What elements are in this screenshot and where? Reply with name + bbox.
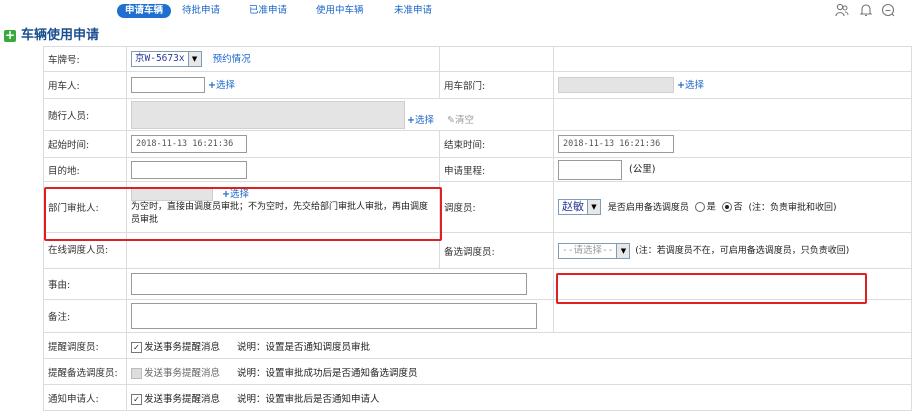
page-header: + 车辆使用申请 [4, 26, 99, 46]
empty-cell [553, 299, 912, 333]
reason-label: 事由: [43, 268, 127, 300]
companions-label: 随行人员: [43, 98, 127, 131]
plus-icon: + [4, 28, 16, 42]
plate-cell: 京W-5673x ▼ 预约情况 [126, 46, 440, 72]
tab-approved[interactable]: 已准申请 [249, 4, 287, 18]
notify-backup-desc: 说明：设置审批成功后是否通知备选调度员 [237, 367, 418, 379]
backup-no-label: 否 [733, 202, 743, 213]
chevron-down-icon: ▼ [616, 243, 630, 258]
reason-input[interactable] [131, 273, 527, 295]
backup-no-radio[interactable] [721, 202, 732, 212]
notify-dispatcher-label: 提醒调度员: [43, 332, 127, 359]
remark-input[interactable] [131, 303, 537, 329]
destination-label: 目的地: [43, 157, 127, 182]
enable-backup-label: 是否启用备选调度员 [607, 202, 689, 213]
notify-applicant-checkbox-label: 发送事务提醒消息 [144, 393, 221, 405]
notify-dispatcher-checkbox-label: 发送事务提醒消息 [144, 341, 221, 353]
page-title: 车辆使用申请 [21, 28, 100, 43]
remark-cell [126, 299, 554, 333]
backup-dispatcher-cell: --请选择-- ▼ (注：若调度员不在，可启用备选调度员，只负责收回) [553, 232, 912, 269]
tab-rejected[interactable]: 未准申请 [394, 4, 432, 18]
backup-yes-radio[interactable] [694, 202, 705, 212]
reservation-link[interactable]: 预约情况 [213, 54, 251, 65]
bell-icon[interactable] [858, 3, 874, 19]
end-time-cell: 2018-11-13 16:21:36 [553, 130, 912, 158]
notify-applicant-cell: ✓ 发送事务提醒消息 说明：设置审批后是否通知申请人 [126, 384, 912, 411]
destination-cell [126, 157, 440, 182]
companions-input[interactable] [131, 100, 405, 129]
dept-label: 用车部门: [439, 71, 554, 99]
tab-in-use[interactable]: 使用中车辆 [316, 4, 364, 18]
mileage-unit: (公里) [629, 164, 656, 175]
user-cell: +选择 [126, 71, 440, 99]
notify-backup-checkbox[interactable] [131, 367, 142, 379]
backup-yes-label: 是 [706, 202, 716, 213]
dept-cell: +选择 [553, 71, 912, 99]
dispatcher-select[interactable]: 赵敏 ▼ [558, 199, 601, 215]
companions-cell: +选择 ✎清空 [126, 98, 554, 131]
mileage-input[interactable] [558, 159, 622, 180]
destination-input[interactable] [131, 160, 247, 179]
start-time-cell: 2018-11-13 16:21:36 [126, 130, 440, 158]
plate-select[interactable]: 京W-5673x ▼ [131, 51, 202, 68]
notify-applicant-label: 通知申请人: [43, 384, 127, 411]
user-input[interactable] [131, 77, 205, 94]
dispatcher-label: 调度员: [439, 181, 554, 233]
highlight-box [556, 273, 867, 304]
end-time-input[interactable]: 2018-11-13 16:21:36 [558, 135, 674, 153]
dept-input[interactable] [558, 77, 674, 94]
dispatcher-note: (注：负责审批和收回) [748, 202, 837, 213]
backup-dispatcher-label: 备选调度员: [439, 232, 554, 269]
notify-backup-checkbox-label: 发送事务提醒消息 [144, 367, 221, 379]
user-label: 用车人: [43, 71, 127, 99]
reason-cell [126, 268, 554, 300]
chevron-down-icon: ▼ [187, 52, 201, 67]
tab-pending[interactable]: 待批申请 [182, 4, 220, 18]
start-time-input[interactable]: 2018-11-13 16:21:36 [131, 135, 247, 153]
backup-dispatcher-note: (注：若调度员不在，可启用备选调度员，只负责收回) [635, 246, 850, 256]
companions-select-link[interactable]: +选择 [407, 112, 434, 126]
end-time-label: 结束时间: [439, 130, 554, 158]
plus-icon: + [208, 79, 216, 91]
notify-applicant-checkbox[interactable]: ✓ [131, 393, 142, 405]
remark-label: 备注: [43, 299, 127, 333]
plus-icon: + [407, 115, 415, 126]
dept-select-link[interactable]: +选择 [677, 80, 704, 91]
notify-backup-cell: 发送事务提醒消息 说明：设置审批成功后是否通知备选调度员 [126, 358, 912, 385]
notify-backup-label: 提醒备选调度员: [43, 358, 127, 385]
tab-apply-vehicle[interactable]: 申请车辆 [117, 4, 172, 18]
dispatcher-cell: 赵敏 ▼ 是否启用备选调度员 是 否 (注：负责审批和收回) [553, 181, 912, 233]
mileage-cell: (公里) [553, 157, 912, 182]
backup-dispatcher-select[interactable]: --请选择-- ▼ [558, 242, 631, 259]
mileage-label: 申请里程: [439, 157, 554, 182]
user-select-link[interactable]: +选择 [208, 80, 235, 91]
notify-dispatcher-cell: ✓ 发送事务提醒消息 说明：设置是否通知调度员审批 [126, 332, 912, 359]
companions-clear-link[interactable]: ✎清空 [447, 112, 474, 126]
notify-applicant-desc: 说明：设置审批后是否通知申请人 [237, 393, 380, 405]
person-icon[interactable] [834, 3, 850, 19]
chevron-down-icon: ▼ [587, 200, 600, 214]
empty-cell [439, 46, 554, 72]
top-nav: 申请车辆 待批申请 已准申请 使用中车辆 未准申请 [0, 0, 915, 22]
notify-dispatcher-checkbox[interactable]: ✓ [131, 341, 142, 353]
plus-icon: + [677, 79, 685, 91]
highlight-box [44, 187, 442, 241]
clear-icon: ✎ [447, 115, 455, 126]
empty-cell [553, 46, 912, 72]
chat-icon[interactable] [880, 3, 896, 19]
empty-cell [553, 98, 912, 131]
plate-label: 车牌号: [43, 46, 127, 72]
start-time-label: 起始时间: [43, 130, 127, 158]
notify-dispatcher-desc: 说明：设置是否通知调度员审批 [237, 341, 371, 353]
